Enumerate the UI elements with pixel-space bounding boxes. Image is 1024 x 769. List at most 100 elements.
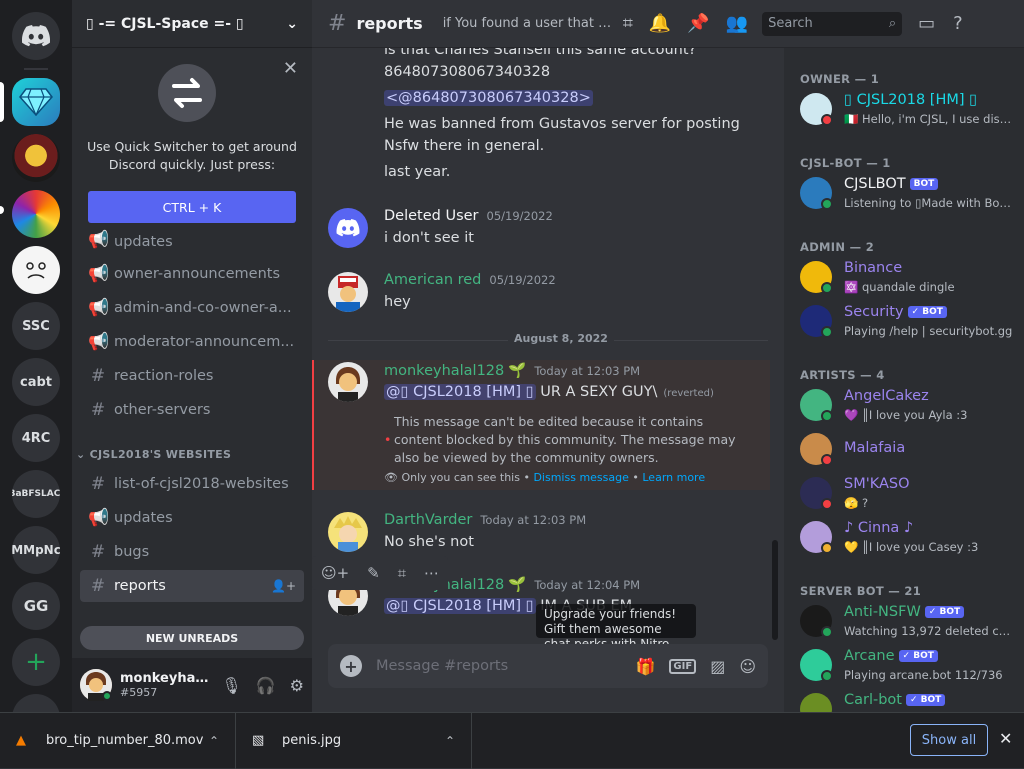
- bot-badge: ✓ BOT: [898, 650, 938, 662]
- bot-badge: ✓ BOT: [906, 694, 946, 706]
- add-member-icon[interactable]: 👤+: [271, 579, 296, 593]
- member-item[interactable]: Binance 🔯 quandale dingle: [800, 256, 1016, 298]
- dismiss-message-link[interactable]: Dismiss message: [533, 471, 628, 484]
- member-name: Anti-NSFW ✓ BOT: [844, 604, 965, 620]
- message-author[interactable]: DarthVarder Today at 12:03 PM: [384, 512, 586, 528]
- new-unreads-button[interactable]: NEW UNREADS: [80, 626, 304, 650]
- sticker-icon[interactable]: ▨: [710, 657, 725, 676]
- avatar[interactable]: [328, 208, 368, 248]
- quick-switcher-popup: ✕ Use Quick Switcher to get around Disco…: [80, 52, 304, 232]
- online-status-icon: [821, 282, 833, 294]
- avatar[interactable]: [328, 512, 368, 552]
- bell-icon[interactable]: 🔔: [649, 13, 671, 34]
- channel-updates[interactable]: 📢 updates: [80, 224, 304, 250]
- home-button[interactable]: [12, 12, 60, 60]
- gear-icon[interactable]: ⚙: [290, 676, 304, 695]
- close-icon[interactable]: ✕: [999, 729, 1012, 748]
- user-mention[interactable]: @▯ CJSL2018 [HM] ▯: [384, 598, 536, 614]
- channel-bugs[interactable]: # bugs: [80, 536, 304, 568]
- user-mention[interactable]: <@864807308067340328>: [384, 90, 593, 106]
- channel-other-servers[interactable]: # other-servers: [80, 394, 304, 426]
- member-item[interactable]: Anti-NSFW ✓ BOT Watching 13,972 deleted c…: [800, 600, 1016, 642]
- message-author[interactable]: American red 05/19/2022: [384, 272, 556, 288]
- more-icon[interactable]: ⋯: [424, 564, 439, 582]
- search-input[interactable]: Search ⌕: [762, 11, 903, 36]
- announcement-icon: 📢: [88, 508, 110, 528]
- chevron-up-icon[interactable]: ⌃: [209, 734, 219, 748]
- gift-icon[interactable]: 🎁: [636, 657, 656, 676]
- nitro-tooltip: Upgrade your friends! Gift them awesome …: [536, 604, 696, 651]
- member-item[interactable]: SM'KASO 🫣 ?: [800, 472, 1016, 514]
- member-item[interactable]: Security ✓ BOT Playing /help | securitybo…: [800, 300, 1016, 342]
- add-server-button[interactable]: +: [12, 638, 60, 686]
- avatar[interactable]: [328, 272, 368, 312]
- qs-line-1: Use Quick Switcher to get around: [87, 139, 297, 154]
- channel-owner-announcements[interactable]: 📢 owner-announcements: [80, 258, 304, 290]
- show-all-button[interactable]: Show all: [910, 724, 988, 756]
- guild-gg[interactable]: GG: [12, 582, 60, 630]
- guild-4rc[interactable]: 4RC: [12, 414, 60, 462]
- member-item[interactable]: Carl-bot ✓ BOT: [800, 688, 1016, 712]
- threads-icon[interactable]: ⌗: [623, 13, 633, 34]
- channel-admin-announcements[interactable]: 📢 admin-and-co-owner-a...: [80, 292, 304, 324]
- member-item[interactable]: Malafaia: [800, 428, 1016, 470]
- category-websites[interactable]: ⌄ CJSL2018'S WEBSITES: [76, 448, 231, 461]
- chat-scrollbar[interactable]: [772, 540, 778, 640]
- help-icon[interactable]: ?: [953, 13, 963, 34]
- gif-button[interactable]: GIF: [669, 658, 697, 674]
- user-mention[interactable]: @▯ CJSL2018 [HM] ▯: [384, 384, 536, 400]
- only-you-label: Only you can see this: [401, 471, 520, 484]
- member-item[interactable]: ▯ CJSL2018 [HM] ▯ 🇮🇹 Hello, i'm CJSL, I …: [800, 88, 1016, 130]
- explore-button[interactable]: [12, 694, 60, 712]
- dnd-status-icon: [821, 498, 833, 510]
- pin-icon[interactable]: 📌: [687, 13, 709, 34]
- channel-updates-2[interactable]: 📢 updates: [80, 502, 304, 534]
- guild-cabt[interactable]: cabt: [12, 358, 60, 406]
- download-filename: penis.jpg: [282, 733, 342, 748]
- ctrl-k-button[interactable]: CTRL + K: [88, 191, 296, 223]
- inbox-icon[interactable]: ▭: [918, 13, 935, 34]
- guild-babfslaci[interactable]: BaBFSLACi: [12, 470, 60, 518]
- plus-icon[interactable]: +: [340, 655, 362, 677]
- channel-reports[interactable]: # reports 👤+: [80, 570, 304, 602]
- microphone-icon[interactable]: 🎙: [221, 676, 241, 695]
- unread-pill: [0, 206, 4, 214]
- guild-cjsl-space[interactable]: [12, 78, 60, 126]
- emoji-icon[interactable]: ☺: [739, 657, 756, 676]
- channel-topic[interactable]: if You found a user that br...: [443, 16, 613, 31]
- channel-list-of-websites[interactable]: # list-of-cjsl2018-websites: [80, 468, 304, 500]
- edit-icon[interactable]: ✎: [367, 564, 380, 582]
- guild-icon-2[interactable]: [12, 190, 60, 238]
- guild-ssc[interactable]: SSC: [12, 302, 60, 350]
- message-input[interactable]: [376, 658, 586, 674]
- close-icon[interactable]: ✕: [283, 58, 298, 79]
- member-item[interactable]: CJSLBOT BOT Listening to ▯Made with BotG.…: [800, 172, 1016, 214]
- author-name: Deleted User: [384, 208, 479, 224]
- avatar[interactable]: [80, 669, 112, 701]
- chevron-up-icon[interactable]: ⌃: [445, 734, 455, 748]
- member-item[interactable]: AngelCakez 💜 ║I love you Ayla :3: [800, 384, 1016, 426]
- hash-icon: #: [90, 400, 106, 420]
- member-list-icon[interactable]: 👥: [726, 13, 748, 34]
- member-item[interactable]: ♪ Cinna ♪ 💛 ║I love you Casey :3: [800, 516, 1016, 558]
- learn-more-link[interactable]: Learn more: [642, 471, 705, 484]
- member-group-header: OWNER — 1: [800, 72, 880, 86]
- avatar[interactable]: [328, 362, 368, 402]
- guild-icon-3[interactable]: [12, 246, 60, 294]
- chat-area: is that Charles Stansell this same accou…: [312, 0, 784, 712]
- message-author[interactable]: Deleted User 05/19/2022: [384, 208, 553, 224]
- thread-icon[interactable]: ⌗: [398, 564, 406, 582]
- guild-mmpnc[interactable]: MMpNc: [12, 526, 60, 574]
- leaf-icon: 🌱: [508, 363, 527, 379]
- add-reaction-icon[interactable]: ☺+: [321, 564, 349, 582]
- download-item[interactable]: ▧ penis.jpg ⌃: [236, 712, 472, 769]
- download-item[interactable]: ▲ bro_tip_number_80.mov ⌃: [0, 712, 236, 769]
- channel-reaction-roles[interactable]: # reaction-roles: [80, 360, 304, 392]
- member-name: SM'KASO: [844, 476, 910, 492]
- guild-icon-1[interactable]: [12, 134, 60, 182]
- channel-moderator-announcements[interactable]: 📢 moderator-announcem...: [80, 326, 304, 358]
- message-author[interactable]: monkeyhalal128 🌱 Today at 12:03 PM: [384, 362, 640, 379]
- headphones-icon[interactable]: 🎧: [256, 676, 276, 695]
- member-item[interactable]: Arcane ✓ BOT Playing arcane.bot 112/736: [800, 644, 1016, 686]
- server-header[interactable]: ▯ -= CJSL-Space =- ▯ ⌄: [72, 0, 312, 48]
